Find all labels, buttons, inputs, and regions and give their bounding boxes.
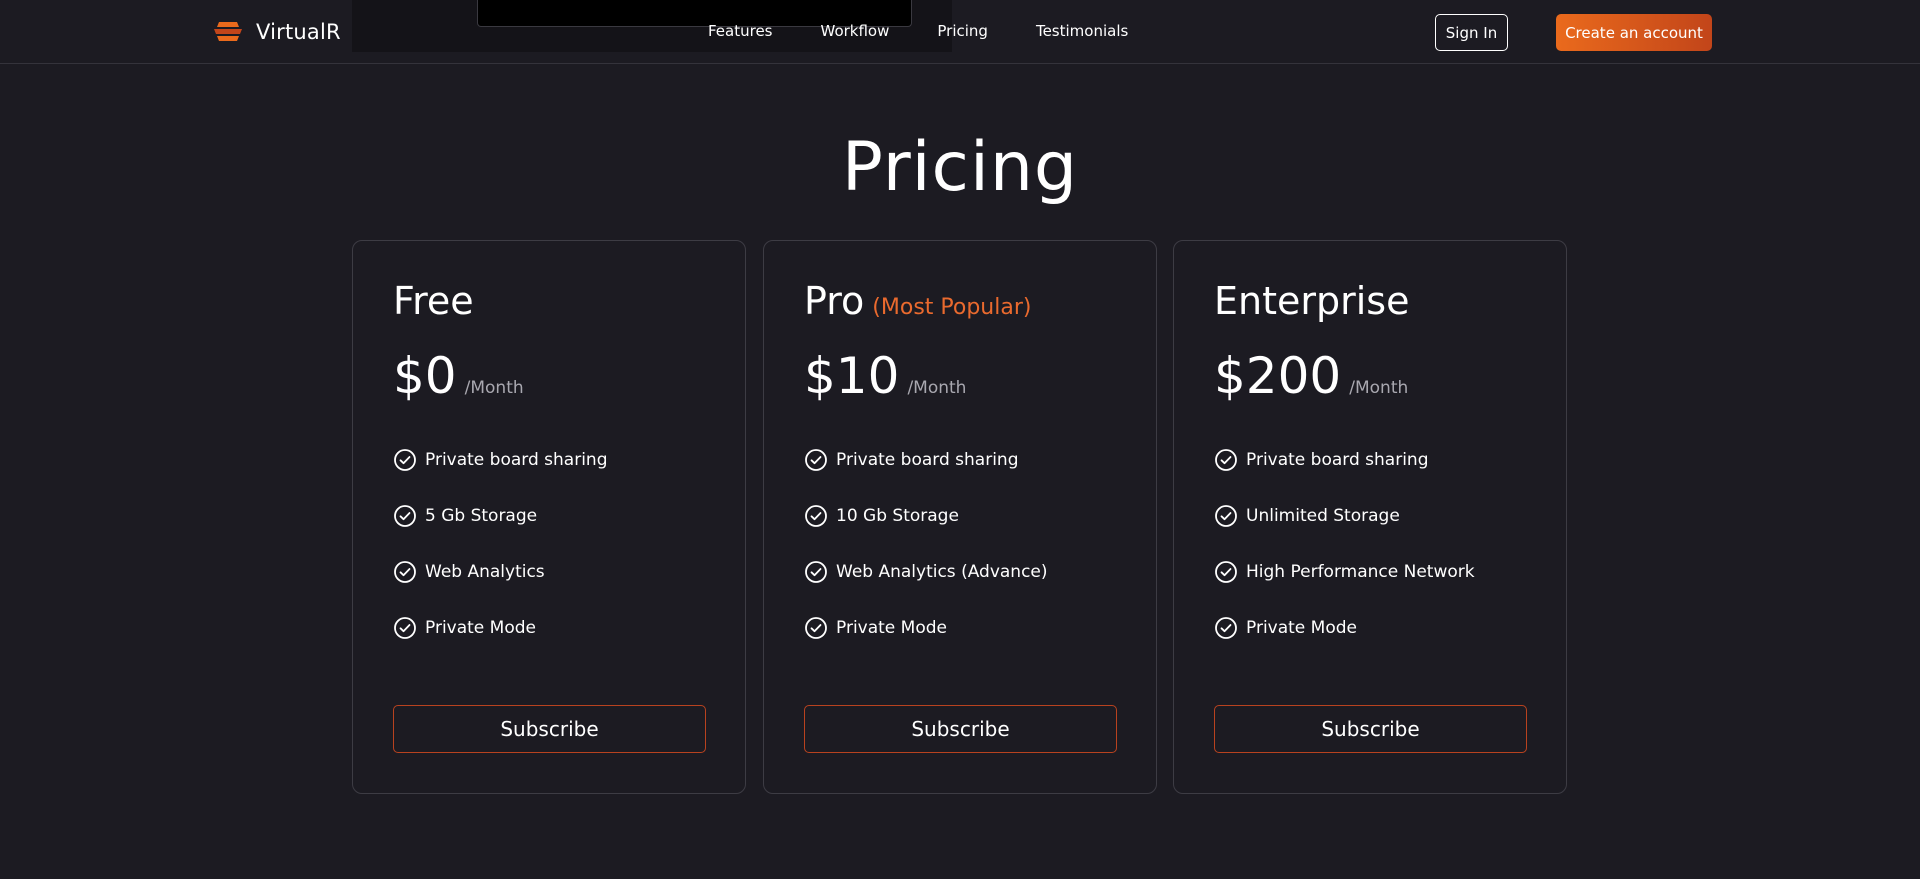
pricing-card-pro: Pro (Most Popular) $10 /Month Private bo…: [763, 240, 1157, 794]
feature-list: Private board sharing 10 Gb Storage Web …: [804, 432, 1048, 656]
feature-list: Private board sharing 5 Gb Storage Web A…: [393, 432, 608, 656]
most-popular-badge: (Most Popular): [872, 295, 1032, 320]
plan-name: Enterprise: [1214, 279, 1409, 323]
brand-name: VirtualR: [256, 20, 341, 44]
feature-item: Private Mode: [393, 600, 608, 656]
check-circle-icon: [1215, 505, 1237, 527]
feature-text: Unlimited Storage: [1246, 506, 1400, 526]
feature-text: Private Mode: [425, 618, 536, 638]
check-circle-icon: [1215, 449, 1237, 471]
check-circle-icon: [805, 505, 827, 527]
feature-text: 10 Gb Storage: [836, 506, 959, 526]
plan-name-text: Enterprise: [1214, 279, 1410, 323]
plan-name-text: Free: [393, 279, 474, 323]
feature-item: Private board sharing: [393, 432, 608, 488]
feature-text: Private board sharing: [836, 450, 1019, 470]
feature-text: Private Mode: [1246, 618, 1357, 638]
nav-link-workflow[interactable]: Workflow: [821, 22, 890, 40]
check-circle-icon: [805, 561, 827, 583]
plan-name: Free: [393, 279, 474, 323]
feature-text: Web Analytics: [425, 562, 545, 582]
feature-item: Private board sharing: [804, 432, 1048, 488]
sign-in-button[interactable]: Sign In: [1435, 14, 1508, 51]
plan-period: /Month: [907, 378, 967, 398]
pricing-title: Pricing: [841, 128, 1079, 207]
plan-period: /Month: [464, 378, 524, 398]
check-circle-icon: [394, 449, 416, 471]
feature-text: Private Mode: [836, 618, 947, 638]
check-circle-icon: [805, 449, 827, 471]
main-nav: Features Workflow Pricing Testimonials: [708, 22, 1128, 40]
nav-link-pricing[interactable]: Pricing: [937, 22, 988, 40]
pricing-card-enterprise: Enterprise $200 /Month Private board sha…: [1173, 240, 1567, 794]
feature-item: Private Mode: [804, 600, 1048, 656]
nav-link-features[interactable]: Features: [708, 22, 773, 40]
check-circle-icon: [1215, 617, 1237, 639]
feature-item: Private Mode: [1214, 600, 1475, 656]
feature-item: Private board sharing: [1214, 432, 1475, 488]
check-circle-icon: [805, 617, 827, 639]
nav-link-testimonials[interactable]: Testimonials: [1036, 22, 1128, 40]
feature-text: High Performance Network: [1246, 562, 1475, 582]
check-circle-icon: [1215, 561, 1237, 583]
price-row: $0 /Month: [393, 347, 524, 405]
plan-price: $10: [804, 347, 900, 405]
subscribe-button-pro[interactable]: Subscribe: [804, 705, 1117, 753]
site-header: VirtualR Features Workflow Pricing Testi…: [0, 0, 1920, 64]
check-circle-icon: [394, 617, 416, 639]
plan-price: $200: [1214, 347, 1342, 405]
feature-text: Private board sharing: [1246, 450, 1429, 470]
feature-item: Web Analytics: [393, 544, 608, 600]
brand-logo[interactable]: VirtualR: [210, 18, 341, 46]
feature-item: 5 Gb Storage: [393, 488, 608, 544]
plan-name-text: Pro: [804, 279, 865, 323]
plan-price: $0: [393, 347, 457, 405]
feature-text: Private board sharing: [425, 450, 608, 470]
plan-period: /Month: [1349, 378, 1409, 398]
virtualr-logo-icon: [214, 22, 242, 41]
plan-name: Pro (Most Popular): [804, 279, 1031, 323]
feature-text: 5 Gb Storage: [425, 506, 538, 526]
pricing-card-free: Free $0 /Month Private board sharing 5 G…: [352, 240, 746, 794]
subscribe-button-free[interactable]: Subscribe: [393, 705, 706, 753]
feature-item: High Performance Network: [1214, 544, 1475, 600]
subscribe-button-enterprise[interactable]: Subscribe: [1214, 705, 1527, 753]
feature-item: Unlimited Storage: [1214, 488, 1475, 544]
feature-item: 10 Gb Storage: [804, 488, 1048, 544]
check-circle-icon: [394, 505, 416, 527]
price-row: $10 /Month: [804, 347, 966, 405]
price-row: $200 /Month: [1214, 347, 1408, 405]
feature-item: Web Analytics (Advance): [804, 544, 1048, 600]
feature-list: Private board sharing Unlimited Storage …: [1214, 432, 1475, 656]
page: VirtualR Features Workflow Pricing Testi…: [0, 0, 1920, 879]
feature-text: Web Analytics (Advance): [836, 562, 1048, 582]
check-circle-icon: [394, 561, 416, 583]
create-account-button[interactable]: Create an account: [1556, 14, 1712, 51]
